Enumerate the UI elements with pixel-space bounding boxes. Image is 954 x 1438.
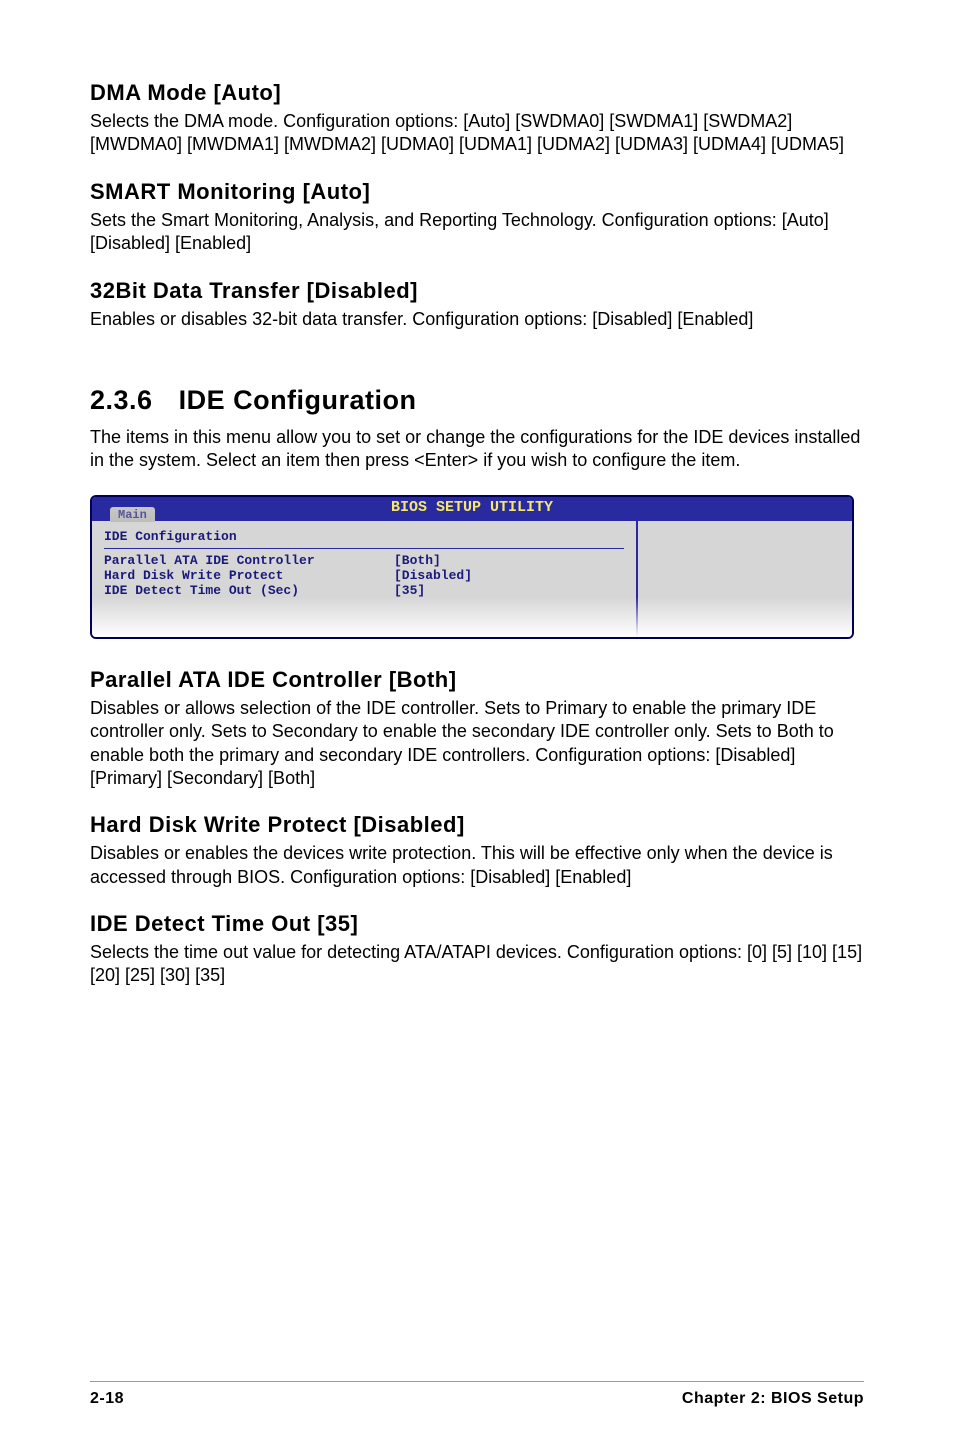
bios-title: BIOS SETUP UTILITY (391, 499, 553, 516)
text-32bit-data-transfer: Enables or disables 32-bit data transfer… (90, 308, 864, 331)
bios-setting-value: [Both] (394, 553, 624, 568)
heading-smart-monitoring: SMART Monitoring [Auto] (90, 179, 864, 205)
text-dma-mode: Selects the DMA mode. Configuration opti… (90, 110, 864, 157)
chapter-label: Chapter 2: BIOS Setup (682, 1390, 864, 1408)
section-number: 2.3.6 (90, 385, 153, 416)
bios-screenshot: BIOS SETUP UTILITY Main IDE Configuratio… (90, 495, 854, 639)
page-number: 2-18 (90, 1390, 124, 1408)
heading-ide-configuration: 2.3.6 IDE Configuration (90, 385, 864, 416)
heading-dma-mode: DMA Mode [Auto] (90, 80, 864, 106)
text-smart-monitoring: Sets the Smart Monitoring, Analysis, and… (90, 209, 864, 256)
heading-hard-disk-write-protect: Hard Disk Write Protect [Disabled] (90, 812, 864, 838)
bios-body: IDE Configuration Parallel ATA IDE Contr… (92, 521, 852, 637)
text-ide-detect-timeout: Selects the time out value for detecting… (90, 941, 864, 988)
bios-setting-key: Parallel ATA IDE Controller (104, 553, 394, 568)
bios-title-bar: BIOS SETUP UTILITY Main (92, 497, 852, 521)
bios-row: Parallel ATA IDE Controller [Both] (104, 553, 624, 568)
text-hard-disk-write-protect: Disables or enables the devices write pr… (90, 842, 864, 889)
heading-ide-detect-timeout: IDE Detect Time Out [35] (90, 911, 864, 937)
bios-left-panel: IDE Configuration Parallel ATA IDE Contr… (92, 521, 638, 637)
heading-32bit-data-transfer: 32Bit Data Transfer [Disabled] (90, 278, 864, 304)
bios-tab-main: Main (110, 507, 155, 522)
bios-setting-value: [35] (394, 583, 624, 598)
bios-section-title: IDE Configuration (104, 529, 624, 544)
bios-right-panel (638, 521, 852, 637)
bios-setting-value: [Disabled] (394, 568, 624, 583)
text-parallel-ata: Disables or allows selection of the IDE … (90, 697, 864, 791)
text-ide-configuration: The items in this menu allow you to set … (90, 426, 864, 473)
section-title: IDE Configuration (179, 385, 417, 415)
page-footer: 2-18 Chapter 2: BIOS Setup (90, 1381, 864, 1408)
document-page: DMA Mode [Auto] Selects the DMA mode. Co… (0, 0, 954, 1438)
bios-row: IDE Detect Time Out (Sec) [35] (104, 583, 624, 598)
heading-parallel-ata: Parallel ATA IDE Controller [Both] (90, 667, 864, 693)
bios-row: Hard Disk Write Protect [Disabled] (104, 568, 624, 583)
bios-setting-key: Hard Disk Write Protect (104, 568, 394, 583)
bios-setting-key: IDE Detect Time Out (Sec) (104, 583, 394, 598)
